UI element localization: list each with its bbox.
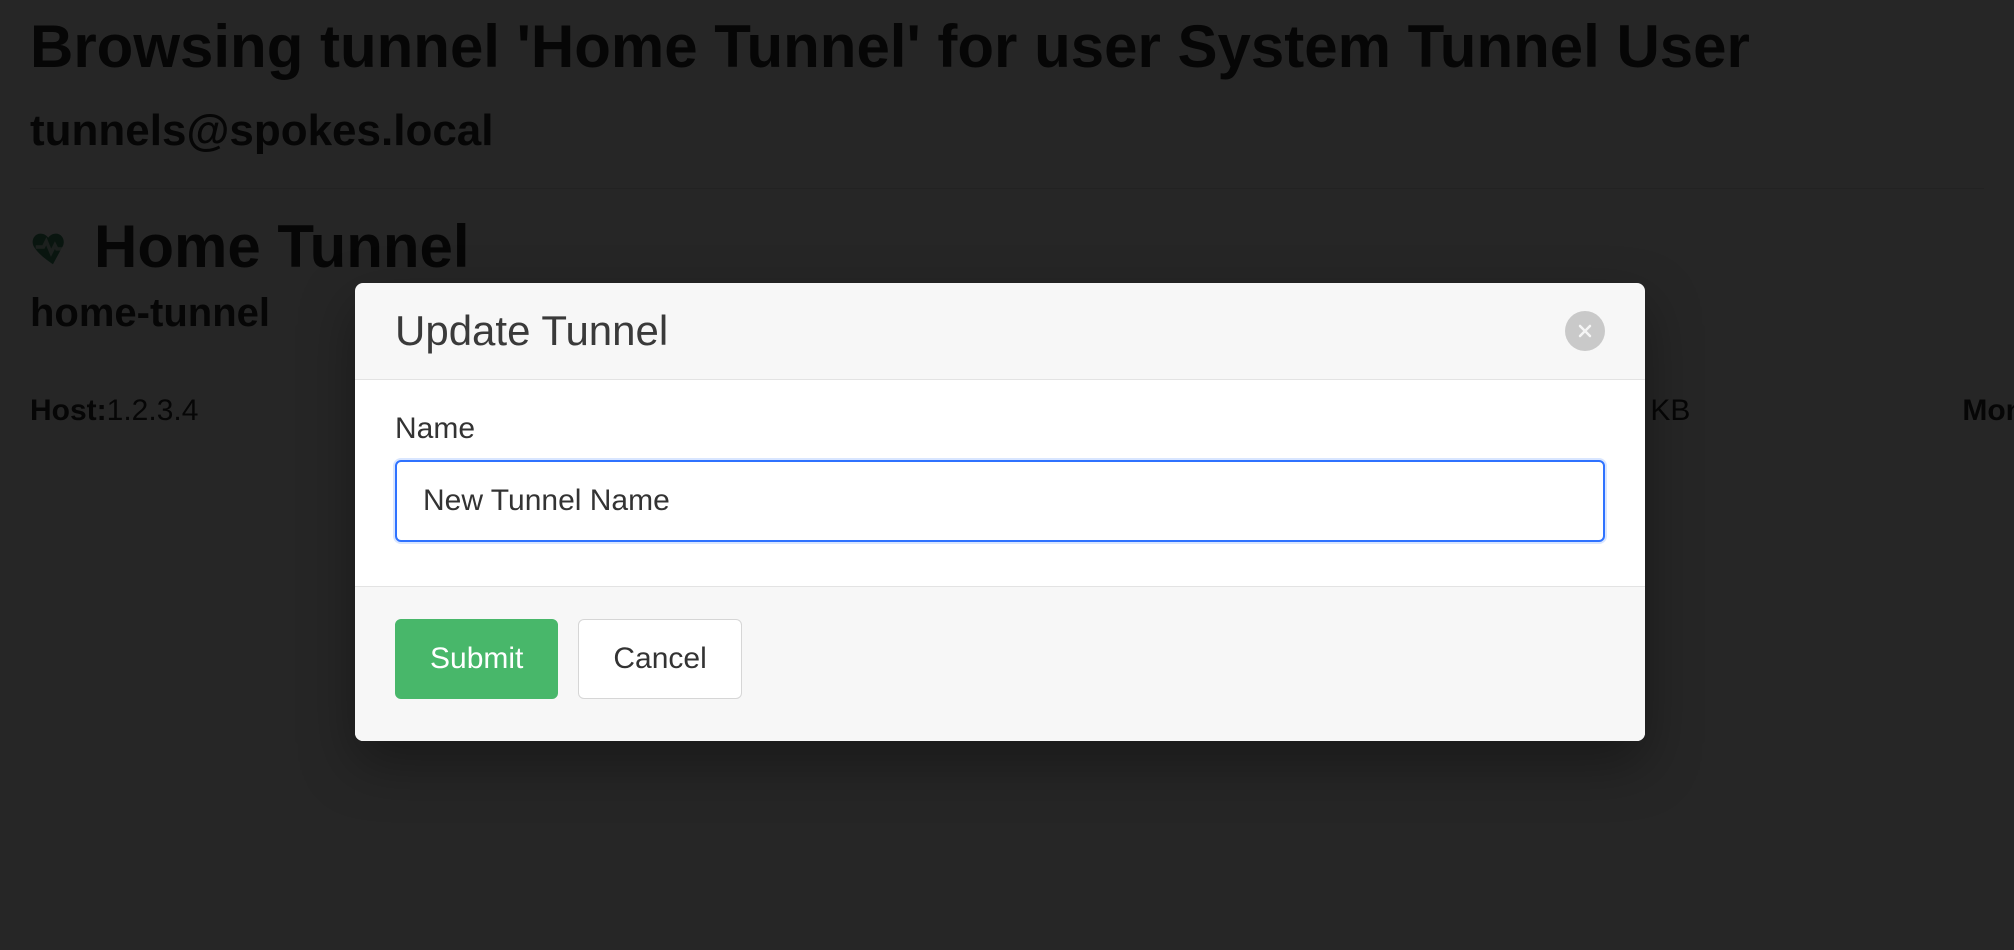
modal-title: Update Tunnel	[395, 307, 668, 355]
update-tunnel-modal: Update Tunnel Name Submit Cancel	[355, 283, 1645, 741]
close-icon	[1575, 321, 1595, 341]
name-input[interactable]	[395, 460, 1605, 542]
modal-footer: Submit Cancel	[355, 587, 1645, 741]
name-field-label: Name	[395, 412, 1605, 446]
modal-header: Update Tunnel	[355, 283, 1645, 380]
submit-button[interactable]: Submit	[395, 619, 558, 699]
cancel-button[interactable]: Cancel	[578, 619, 741, 699]
modal-body: Name	[355, 380, 1645, 587]
modal-close-button[interactable]	[1565, 311, 1605, 351]
page-root: Browsing tunnel 'Home Tunnel' for user S…	[0, 0, 2014, 950]
